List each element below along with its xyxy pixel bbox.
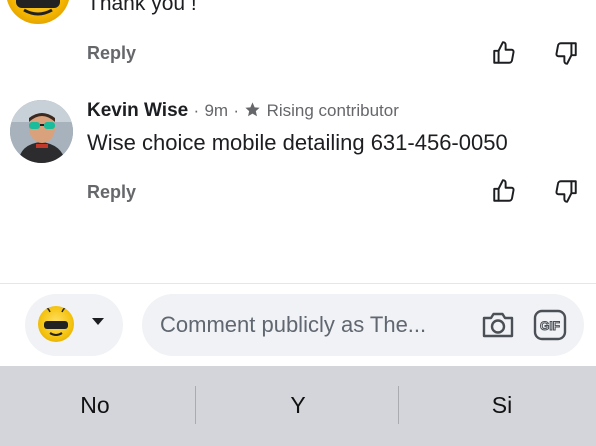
thumbs-up-icon[interactable] (491, 40, 517, 66)
kevin-wise-avatar[interactable] (10, 100, 73, 163)
chevron-down-icon[interactable] (92, 318, 104, 325)
thumbs-down-icon[interactable] (553, 178, 579, 204)
thumbs-up-icon[interactable] (491, 178, 517, 204)
comment-time[interactable]: 9m (204, 101, 228, 120)
gif-icon[interactable]: GIF (532, 309, 568, 341)
divider (398, 386, 399, 424)
bee-avatar-icon[interactable] (38, 306, 74, 342)
previous-comment-text: Thank you ! (87, 0, 197, 15)
previous-commenter-avatar[interactable] (6, 0, 70, 24)
comment-input[interactable] (160, 310, 472, 340)
thumbs-down-icon[interactable] (553, 40, 579, 66)
comment-author-line: Kevin Wise · 9m · Rising contributor (87, 100, 399, 124)
contributor-badge: Rising contributor (266, 101, 399, 120)
bee-avatar-icon (16, 0, 60, 16)
suggestion-item[interactable]: Si (442, 392, 562, 419)
svg-text:GIF: GIF (540, 319, 560, 333)
meta-separator: · (193, 101, 200, 120)
divider (195, 386, 196, 424)
camera-icon[interactable] (480, 309, 516, 341)
suggestion-item[interactable]: No (35, 392, 155, 419)
comment-text: Wise choice mobile detailing 631-456-005… (87, 130, 508, 155)
star-icon (244, 101, 261, 124)
suggestion-item[interactable]: Y (238, 392, 358, 419)
author-name[interactable]: Kevin Wise (87, 100, 188, 121)
divider (0, 283, 596, 284)
reply-button[interactable]: Reply (87, 182, 136, 203)
meta-separator: · (233, 101, 240, 120)
profile-photo-icon (10, 100, 73, 163)
reply-button[interactable]: Reply (87, 43, 136, 64)
